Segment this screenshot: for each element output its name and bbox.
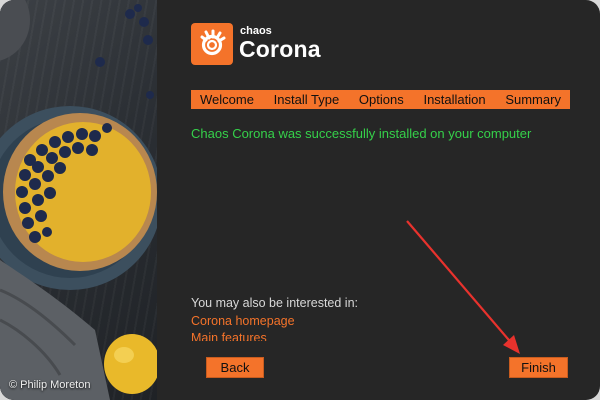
back-button[interactable]: Back [206, 357, 264, 378]
interest-heading: You may also be interested in: [191, 296, 359, 310]
step-installation: Installation [423, 92, 486, 107]
success-message: Chaos Corona was successfully installed … [191, 126, 532, 141]
finish-button[interactable]: Finish [509, 357, 568, 378]
product-name: Corona [239, 36, 321, 62]
lemon [104, 334, 157, 394]
plate-top [0, 0, 30, 61]
tart-photo [0, 0, 157, 400]
interest-links: Corona homepage Main features [191, 313, 491, 341]
step-install-type: Install Type [273, 92, 340, 107]
photo-credit: © Philip Moreton [9, 379, 91, 391]
corona-flame-icon [191, 23, 233, 65]
step-summary: Summary [505, 92, 561, 107]
install-steps-bar: Welcome Install Type Options Installatio… [191, 90, 570, 109]
chaos-corona-logo: chaos Corona [191, 23, 361, 65]
side-photo-panel: © Philip Moreton [0, 0, 157, 400]
step-welcome: Welcome [200, 92, 254, 107]
main-features-link[interactable]: Main features [191, 330, 491, 341]
corona-homepage-link[interactable]: Corona homepage [191, 313, 491, 330]
installer-window: © Philip Moreton chaos Corona Welcome In… [0, 0, 600, 400]
step-options: Options [358, 92, 404, 107]
